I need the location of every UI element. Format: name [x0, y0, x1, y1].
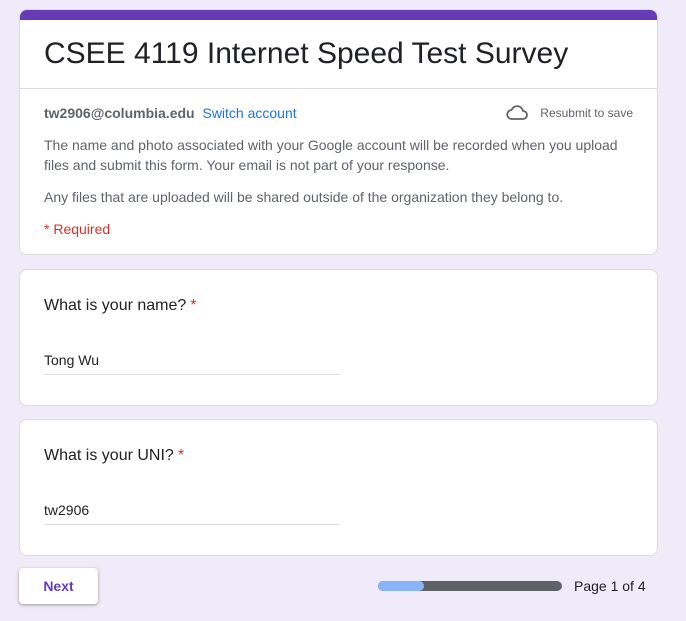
save-status-text: Resubmit to save	[540, 106, 633, 120]
answer-field-container	[44, 498, 340, 525]
required-asterisk: *	[190, 297, 197, 314]
account-row: tw2906@columbia.edu Switch account	[44, 103, 297, 123]
required-asterisk: *	[177, 447, 185, 464]
form-header-card: CSEE 4119 Internet Speed Test Survey tw2…	[19, 9, 658, 255]
question-text: What is your name?	[44, 297, 187, 314]
question-card-name: What is your name? *	[19, 269, 658, 406]
uni-input[interactable]	[44, 498, 340, 522]
name-input[interactable]	[44, 348, 340, 372]
cloud-icon	[506, 105, 529, 121]
question-card-uni: What is your UNI? *	[19, 419, 658, 556]
next-button[interactable]: Next	[19, 568, 98, 604]
progress-bar	[378, 581, 562, 591]
save-status: Resubmit to save	[506, 103, 633, 123]
header-divider	[20, 88, 657, 89]
answer-field-container	[44, 348, 340, 375]
question-text: What is your UNI?	[44, 447, 174, 464]
switch-account-link[interactable]: Switch account	[202, 105, 296, 121]
privacy-notice: The name and photo associated with your …	[44, 137, 618, 173]
file-sharing-notice: Any files that are uploaded will be shar…	[44, 189, 564, 205]
question-title: What is your UNI? *	[44, 445, 184, 467]
required-note: * Required	[44, 221, 111, 237]
accent-bar	[20, 10, 657, 20]
progress-bar-fill	[378, 581, 424, 591]
page-indicator: Page 1 of 4	[574, 578, 646, 594]
question-title: What is your name? *	[44, 295, 197, 317]
form-title: CSEE 4119 Internet Speed Test Survey	[44, 37, 569, 70]
account-email: tw2906@columbia.edu	[44, 105, 195, 121]
